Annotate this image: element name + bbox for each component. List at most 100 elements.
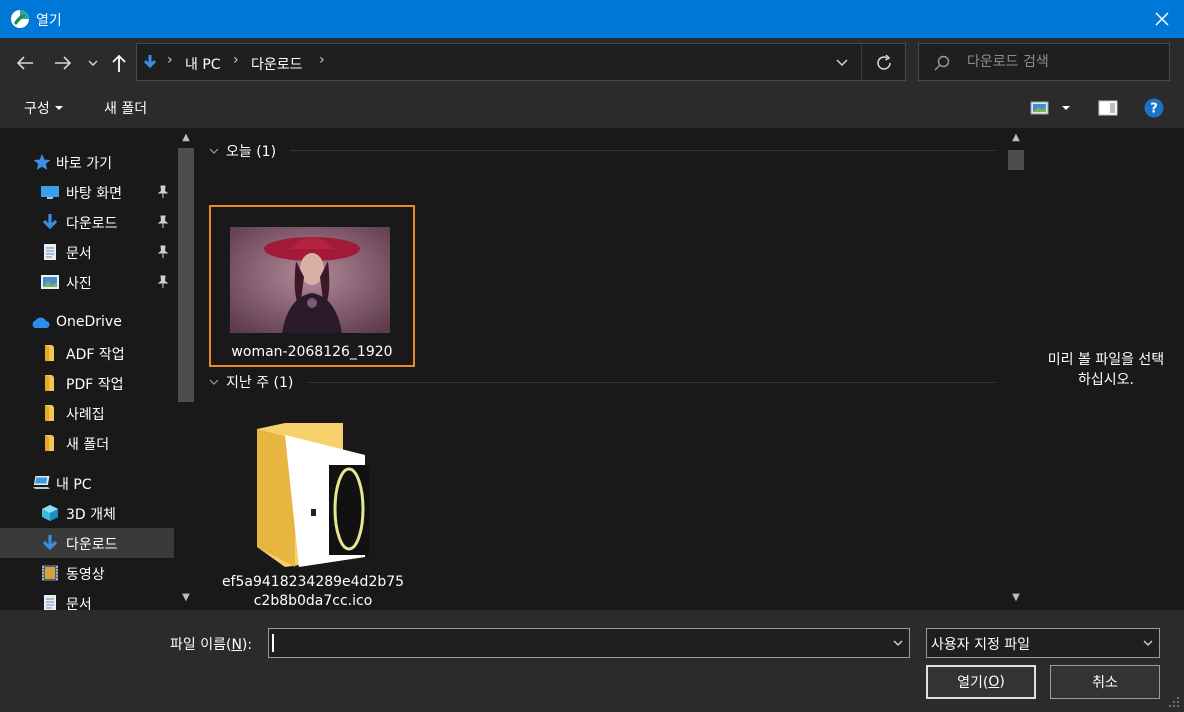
sidebar-item-onedrive[interactable]: OneDrive (0, 308, 174, 338)
file-name-line: c2b8b0da7cc.ico (253, 593, 373, 609)
sidebar-item-videos[interactable]: 동영상 (0, 558, 174, 588)
divider (290, 150, 996, 151)
download-icon (42, 535, 58, 551)
sidebar-item-quick-access[interactable]: 바로 가기 (0, 147, 174, 177)
resize-grip-icon[interactable] (1166, 694, 1180, 708)
scroll-down-icon[interactable]: ▼ (1008, 590, 1024, 606)
scroll-up-icon[interactable]: ▲ (1008, 130, 1024, 146)
group-header-label: 지난 주 (1) (226, 375, 294, 391)
filename-label-prefix: 파일 이름( (170, 637, 232, 653)
pin-icon[interactable] (156, 275, 170, 289)
breadcrumb-separator[interactable]: › (319, 52, 325, 68)
computer-icon (33, 476, 50, 489)
forward-arrow-icon[interactable] (52, 50, 74, 76)
preview-pane-icon[interactable] (1098, 98, 1118, 118)
file-type-value: 사용자 지정 파일 (931, 637, 1031, 653)
filename-field[interactable] (268, 628, 910, 658)
organize-button[interactable]: 구성 (24, 98, 64, 118)
scroll-up-icon[interactable]: ▲ (178, 130, 194, 146)
breadcrumb-separator[interactable]: › (167, 52, 173, 68)
sidebar-item-documents[interactable]: 문서 (0, 588, 174, 610)
scroll-thumb[interactable] (178, 148, 194, 402)
sidebar-item-label: 새 폴더 (66, 437, 110, 453)
sidebar-item-label: 동영상 (66, 567, 105, 583)
sidebar-item-this-pc[interactable]: 내 PC (0, 468, 174, 498)
sidebar-item-documents[interactable]: 문서 (0, 237, 174, 267)
close-icon[interactable] (1150, 7, 1174, 31)
breadcrumb-separator[interactable]: › (233, 52, 239, 68)
sidebar-item-folder[interactable]: 새 폴더 (0, 428, 174, 458)
folder-icon (45, 435, 54, 451)
video-icon (42, 565, 58, 581)
pin-icon[interactable] (156, 185, 170, 199)
navigation-bar: › 내 PC › 다운로드 › (0, 38, 1184, 88)
group-header-today[interactable]: 오늘 (1) (208, 141, 276, 161)
open-label-suffix: ) (999, 674, 1005, 690)
back-arrow-icon[interactable] (14, 50, 36, 76)
sidebar-item-folder[interactable]: ADF 작업 (0, 338, 174, 368)
group-header-last-week[interactable]: 지난 주 (1) (208, 372, 293, 392)
app-logo-icon (11, 10, 29, 28)
window-title: 열기 (36, 13, 62, 29)
chevron-down-icon[interactable] (833, 53, 851, 71)
divider (308, 382, 996, 383)
sidebar-item-3d-objects[interactable]: 3D 개체 (0, 498, 174, 528)
chevron-down-icon[interactable] (86, 50, 100, 76)
sidebar-item-pictures[interactable]: 사진 (0, 267, 174, 297)
pin-icon[interactable] (156, 245, 170, 259)
preview-message-line: 하십시오. (1078, 372, 1134, 388)
sidebar-item-desktop[interactable]: 바탕 화면 (0, 177, 174, 207)
document-icon (44, 244, 56, 260)
open-button[interactable]: 열기(O) (926, 665, 1036, 699)
sidebar-item-label: 바로 가기 (56, 156, 112, 172)
breadcrumb-downloads[interactable]: 다운로드 (251, 54, 303, 74)
file-name: ef5a9418234289e4d2b75 c2b8b0da7cc.ico (211, 573, 415, 611)
sidebar-item-folder[interactable]: PDF 작업 (0, 368, 174, 398)
file-type-select[interactable]: 사용자 지정 파일 (926, 628, 1160, 658)
file-item-folder[interactable]: ef5a9418234289e4d2b75 c2b8b0da7cc.ico (210, 410, 416, 610)
breadcrumb-this-pc[interactable]: 내 PC (185, 54, 221, 74)
sidebar-item-downloads[interactable]: 다운로드 (0, 528, 174, 558)
file-item-image[interactable]: woman-2068126_1920 (209, 205, 415, 367)
bottom-panel: 파일 이름(N): 사용자 지정 파일 열기(O) 취소 (0, 610, 1184, 712)
group-header-label: 오늘 (1) (226, 144, 277, 160)
scroll-thumb[interactable] (1008, 150, 1024, 170)
divider (861, 44, 862, 80)
document-icon (44, 595, 56, 610)
scroll-down-icon[interactable]: ▼ (178, 590, 194, 606)
refresh-icon[interactable] (873, 52, 895, 74)
view-options-icon[interactable] (1030, 98, 1050, 118)
pin-icon[interactable] (156, 215, 170, 229)
sidebar-item-label: PDF 작업 (66, 377, 124, 393)
open-label-prefix: 열기( (957, 675, 989, 691)
star-icon (33, 154, 51, 170)
cancel-button[interactable]: 취소 (1050, 665, 1160, 699)
caret-down-icon (54, 106, 63, 110)
sidebar-item-label: 문서 (66, 597, 92, 610)
file-list: 오늘 (1) woman-2068126_1920 지난 주 (1) ef5a9… (198, 128, 1004, 610)
cancel-label: 취소 (1092, 675, 1118, 691)
search-input[interactable] (967, 51, 1163, 73)
download-icon (42, 214, 58, 230)
sidebar-item-folder[interactable]: 사례집 (0, 398, 174, 428)
navigation-pane: 바로 가기 바탕 화면 다운로드 문서 사진 OneDrive ADF 작업 P… (0, 128, 198, 610)
sidebar-item-label: 다운로드 (66, 216, 118, 232)
folder-icon (257, 423, 369, 567)
search-box[interactable] (918, 43, 1170, 81)
up-arrow-icon[interactable] (108, 50, 130, 76)
new-folder-button[interactable]: 새 폴더 (104, 98, 147, 118)
preview-pane: 미리 볼 파일을 선택 하십시오. (1028, 128, 1184, 610)
sidebar-item-label: 바탕 화면 (66, 186, 122, 202)
sidebar-item-downloads[interactable]: 다운로드 (0, 207, 174, 237)
preview-message: 미리 볼 파일을 선택 하십시오. (1028, 350, 1184, 390)
file-name-line: ef5a9418234289e4d2b75 (221, 574, 405, 590)
sidebar-item-label: ADF 작업 (66, 347, 125, 363)
file-list-scrollbar[interactable]: ▲ ▼ (1004, 128, 1028, 610)
address-bar[interactable]: › 내 PC › 다운로드 › (136, 43, 906, 81)
chevron-down-icon[interactable] (891, 635, 905, 651)
caret-down-icon[interactable] (1060, 98, 1072, 118)
text-caret (272, 634, 274, 652)
organize-label: 구성 (24, 101, 50, 117)
sidebar-scrollbar[interactable]: ▲ ▼ (174, 128, 198, 610)
help-icon[interactable]: ? (1144, 98, 1164, 118)
